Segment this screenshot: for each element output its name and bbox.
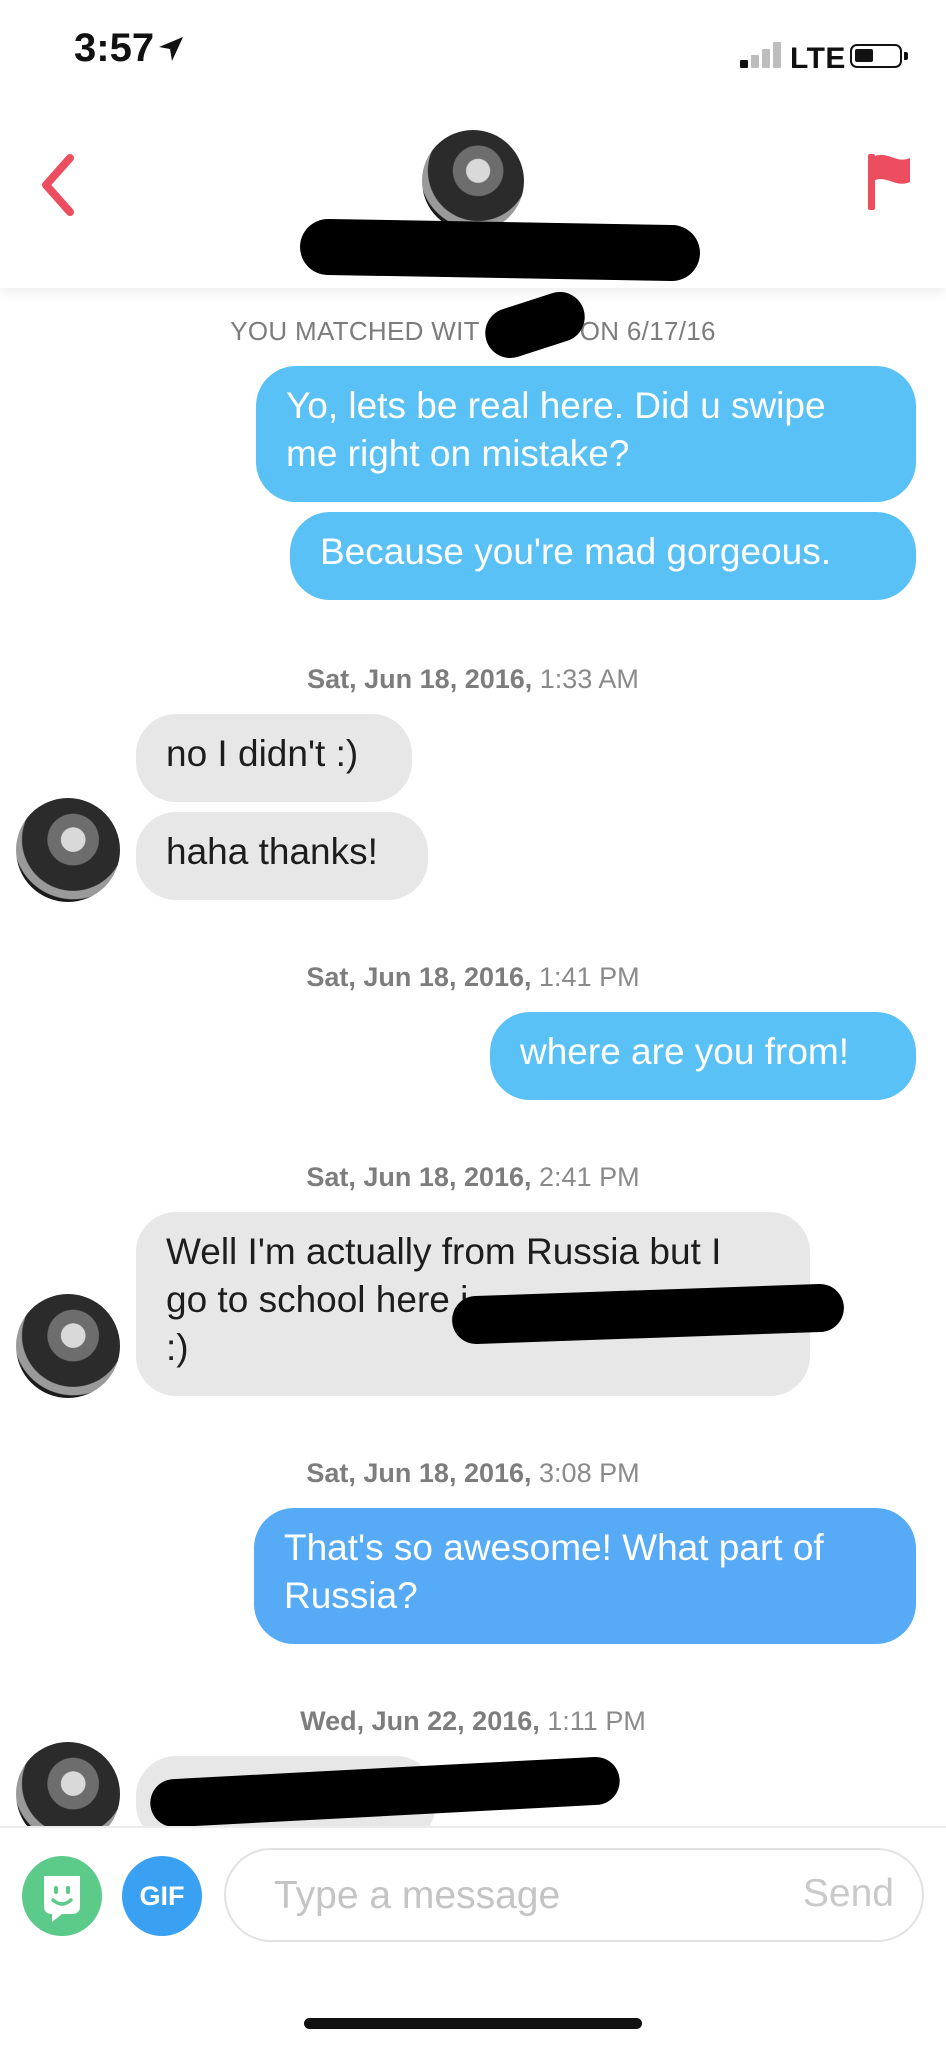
match-avatar[interactable] <box>422 130 524 232</box>
redacted-match-name <box>478 285 592 365</box>
date-separator: Sat, Jun 18, 2016, 1:33 AM <box>307 664 639 694</box>
redacted-name <box>299 218 701 282</box>
message-input[interactable] <box>272 1870 756 1922</box>
message-line: Well I'm actually from Russia but I <box>166 1231 722 1272</box>
network-type: LTE <box>790 42 846 75</box>
home-indicator[interactable] <box>304 2018 642 2029</box>
sticker-button[interactable] <box>22 1856 102 1936</box>
received-message: haha thanks! <box>136 812 428 900</box>
match-notice: YOU MATCHED WIT ON 6/17/16 <box>230 316 716 346</box>
sender-avatar[interactable] <box>16 798 120 902</box>
sticker-icon <box>44 1876 80 1922</box>
sender-avatar[interactable] <box>16 1294 120 1398</box>
message-input-container[interactable]: Send <box>224 1848 924 1942</box>
send-button[interactable]: Send <box>803 1872 894 1916</box>
status-time: 3:57 <box>74 26 155 70</box>
sent-message: Because you're mad gorgeous. <box>290 512 916 600</box>
signal-bars-icon <box>740 40 784 68</box>
flag-icon[interactable] <box>866 152 912 212</box>
date-separator: Wed, Jun 22, 2016, 1:11 PM <box>300 1706 646 1736</box>
date-separator: Sat, Jun 18, 2016, 3:08 PM <box>306 1458 640 1488</box>
received-message: no I didn't :) <box>136 714 412 802</box>
sent-message: Yo, lets be real here. Did u swipe me ri… <box>256 366 916 502</box>
date-separator: Sat, Jun 18, 2016, 2:41 PM <box>306 1162 640 1192</box>
location-arrow-icon <box>159 37 183 61</box>
battery-icon <box>850 44 908 68</box>
date-separator: Sat, Jun 18, 2016, 1:41 PM <box>306 962 640 992</box>
gif-button[interactable]: GIF <box>122 1856 202 1936</box>
chevron-left-icon[interactable] <box>34 150 84 220</box>
sent-message: That's so awesome! What part of Russia? <box>254 1508 916 1644</box>
sent-message: where are you from! <box>490 1012 916 1100</box>
